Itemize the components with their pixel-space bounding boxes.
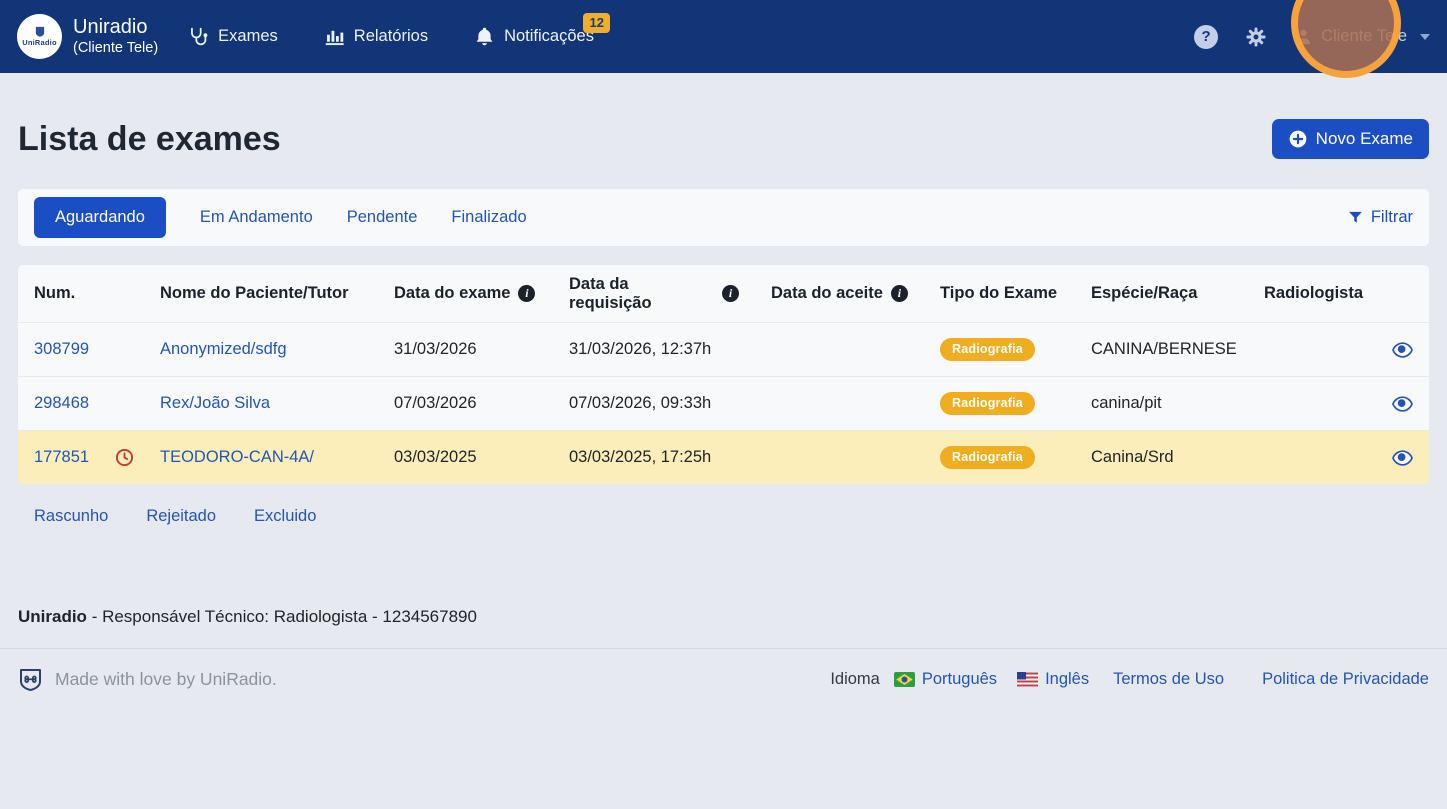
species-breed: Canina/Srd [1075, 448, 1248, 467]
page-header: Lista de exames Novo Exame [18, 119, 1429, 159]
responsible-text: - Responsável Técnico: Radiologista - 12… [92, 607, 477, 626]
request-date: 31/03/2026, 12:37h [553, 340, 755, 359]
exam-date: 31/03/2026 [378, 340, 553, 359]
patient-link[interactable]: TEODORO-CAN-4A/ [160, 448, 314, 467]
shield-icon [35, 26, 45, 37]
nav-item-exames[interactable]: Exames [188, 26, 278, 47]
usa-flag-icon [1017, 672, 1038, 687]
made-with: Made with love by UniRadio. [18, 667, 277, 693]
exams-table: Num. Nome do Paciente/Tutor Data do exam… [18, 265, 1429, 484]
tab-rejeitado[interactable]: Rejeitado [146, 507, 216, 526]
stethoscope-icon [188, 26, 209, 47]
col-exam-type: Tipo do Exame [924, 284, 1075, 303]
brazil-flag-icon [894, 672, 915, 687]
patient-link[interactable]: Rex/João Silva [160, 394, 270, 413]
nav-label: Notificações [504, 27, 594, 46]
notification-count-badge[interactable]: 12 [583, 13, 609, 33]
bell-icon [474, 26, 495, 47]
funnel-icon [1347, 209, 1364, 226]
user-name: Cliente Tele [1321, 27, 1407, 46]
nav-item-notificacoes[interactable]: Notificações 12 [474, 26, 594, 47]
shield-bone-icon [18, 667, 43, 693]
top-navbar: UniRadio Uniradio (Cliente Tele) Exames [0, 0, 1447, 73]
filter-label: Filtrar [1371, 208, 1413, 227]
footer-bar: Made with love by UniRadio. Idioma Portu… [0, 648, 1447, 710]
privacy-policy-link[interactable]: Politica de Privacidade [1262, 670, 1429, 689]
gear-icon[interactable] [1245, 26, 1267, 48]
table-row: 298468 Rex/João Silva 07/03/2026 07/03/2… [18, 376, 1429, 430]
terms-of-use-link[interactable]: Termos de Uso [1113, 670, 1224, 689]
nav-item-relatorios[interactable]: Relatórios [324, 26, 428, 47]
col-request-date: Data da requisição [553, 275, 755, 313]
col-radiologist: Radiologista [1248, 284, 1429, 303]
exam-number-link[interactable]: 298468 [34, 394, 89, 413]
main-content: Lista de exames Novo Exame Aguardando Em… [0, 119, 1447, 549]
tab-pendente[interactable]: Pendente [347, 208, 418, 227]
footer-brand: Uniradio [18, 607, 87, 626]
request-date: 03/03/2025, 17:25h [553, 448, 755, 467]
brand-name: Uniradio [73, 16, 158, 40]
user-menu[interactable]: Cliente Tele [1294, 27, 1430, 46]
new-exam-button[interactable]: Novo Exame [1272, 119, 1429, 159]
info-icon[interactable] [722, 285, 739, 302]
exam-type-badge: Radiografia [940, 338, 1035, 361]
view-exam-icon[interactable] [1392, 396, 1413, 412]
species-breed: canina/pit [1075, 394, 1248, 413]
col-patient: Nome do Paciente/Tutor [144, 284, 378, 303]
language-english-link[interactable]: Inglês [1045, 670, 1089, 689]
overdue-clock-icon [115, 448, 134, 467]
info-icon[interactable] [518, 285, 535, 302]
tab-finalizado[interactable]: Finalizado [451, 208, 526, 227]
uniradio-logo: UniRadio [17, 14, 62, 59]
secondary-tabs: Rascunho Rejeitado Excluido [18, 484, 1429, 549]
tab-aguardando[interactable]: Aguardando [34, 197, 166, 238]
col-num: Num. [18, 284, 144, 303]
col-species: Espécie/Raça [1075, 284, 1248, 303]
language-portuguese-link[interactable]: Português [922, 670, 997, 689]
nav-label: Relatórios [354, 27, 428, 46]
view-exam-icon[interactable] [1392, 450, 1413, 466]
brand-text: Uniradio (Cliente Tele) [73, 16, 158, 57]
brand-subtitle: (Cliente Tele) [73, 40, 158, 57]
info-icon[interactable] [891, 285, 908, 302]
exam-date: 03/03/2025 [378, 448, 553, 467]
new-exam-label: Novo Exame [1316, 129, 1413, 149]
help-icon[interactable] [1194, 25, 1218, 49]
chevron-down-icon [1420, 34, 1430, 40]
exam-type-badge: Radiografia [940, 392, 1035, 415]
patient-link[interactable]: Anonymized/sdfg [160, 340, 287, 359]
status-tabs: Aguardando Em Andamento Pendente Finaliz… [18, 189, 1429, 246]
exam-date: 07/03/2026 [378, 394, 553, 413]
footer-links: Idioma Português Inglês Termos de Uso Po… [830, 670, 1429, 689]
exam-number-link[interactable]: 308799 [34, 340, 89, 359]
filter-button[interactable]: Filtrar [1347, 208, 1413, 227]
exam-number-link[interactable]: 177851 [34, 448, 89, 467]
request-date: 07/03/2026, 09:33h [553, 394, 755, 413]
brand[interactable]: UniRadio Uniradio (Cliente Tele) [17, 14, 158, 59]
made-with-text: Made with love by UniRadio. [55, 669, 277, 690]
table-header-row: Num. Nome do Paciente/Tutor Data do exam… [18, 265, 1429, 322]
tab-rascunho[interactable]: Rascunho [34, 507, 108, 526]
nav-items: Exames Relatórios Notificações 12 [188, 26, 594, 47]
logo-text: UniRadio [22, 38, 57, 47]
table-row: 308799 Anonymized/sdfg 31/03/2026 31/03/… [18, 322, 1429, 376]
view-exam-icon[interactable] [1392, 342, 1413, 358]
plus-circle-icon [1288, 129, 1308, 149]
language-label: Idioma [830, 670, 880, 689]
tab-em-andamento[interactable]: Em Andamento [200, 208, 313, 227]
col-exam-date: Data do exame [378, 284, 553, 303]
bar-chart-icon [324, 26, 345, 47]
exam-type-badge: Radiografia [940, 446, 1035, 469]
navbar-right: Cliente Tele [1194, 25, 1430, 49]
species-breed: CANINA/BERNESE [1075, 340, 1248, 359]
technical-responsible-line: Uniradio - Responsável Técnico: Radiolog… [18, 607, 1429, 627]
col-accept-date: Data do aceite [755, 284, 924, 303]
tab-excluido[interactable]: Excluido [254, 507, 316, 526]
table-row-highlighted: 177851 TEODORO-CAN-4A/ 03/03/2025 03/03/… [18, 430, 1429, 484]
page-title: Lista de exames [18, 120, 281, 159]
nav-label: Exames [218, 27, 278, 46]
user-icon [1294, 27, 1313, 46]
